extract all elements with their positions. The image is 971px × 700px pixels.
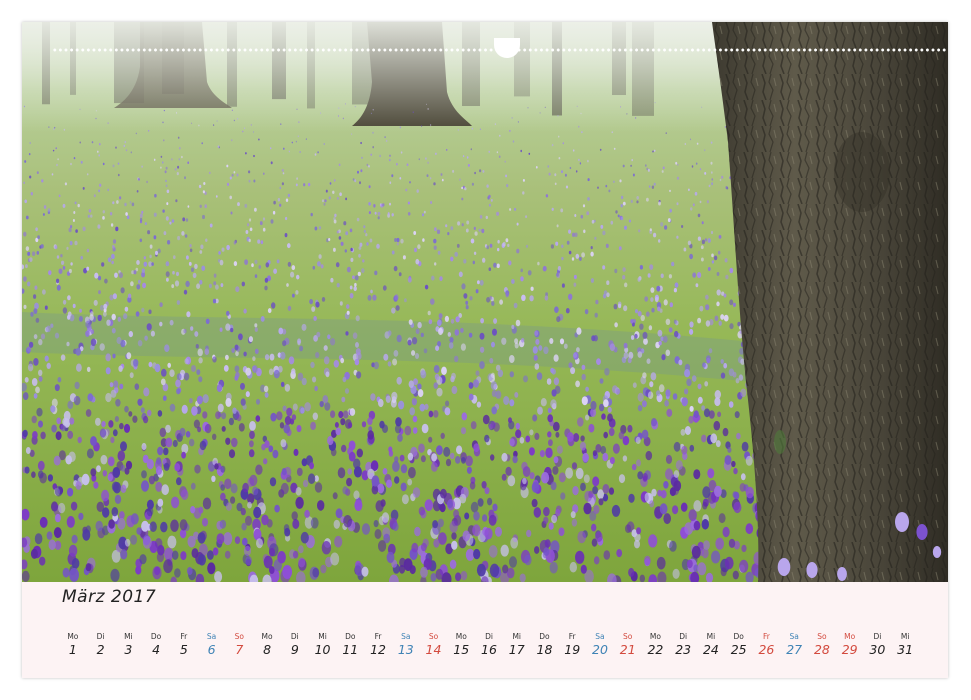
- day-number: 29: [841, 642, 858, 657]
- day-number: 24: [702, 642, 719, 657]
- calendar-day: Di 2: [87, 632, 115, 666]
- weekday-label: So: [623, 632, 633, 641]
- calendar-day: Di 30: [864, 632, 892, 666]
- weekday-label: Di: [485, 632, 493, 641]
- day-number: 27: [786, 642, 803, 657]
- calendar-day: Mo 15: [447, 632, 475, 666]
- day-number: 16: [481, 642, 497, 657]
- day-number: 9: [290, 642, 299, 657]
- calendar-day: Di 23: [669, 632, 697, 666]
- weekday-label: Mo: [261, 632, 273, 641]
- weekday-label: Mo: [455, 632, 467, 641]
- calendar-day: So 28: [808, 632, 836, 666]
- day-number: 1: [68, 642, 77, 657]
- weekday-label: Mo: [844, 632, 856, 641]
- day-number: 22: [647, 642, 664, 657]
- day-number: 3: [124, 642, 133, 657]
- calendar-day: So 7: [225, 632, 253, 666]
- calendar-day: Mo 29: [836, 632, 864, 666]
- calendar-day: Mi 24: [697, 632, 725, 666]
- day-number: 13: [397, 642, 414, 657]
- weekday-label: Mi: [900, 632, 910, 641]
- calendar-day: Fr 19: [558, 632, 586, 666]
- weekday-label: Fr: [374, 632, 382, 641]
- calendar-day: Do 11: [336, 632, 364, 666]
- weekday-label: Mi: [124, 632, 133, 641]
- day-number: 5: [179, 642, 188, 657]
- crocus-meadow-image: [22, 22, 948, 582]
- weekday-label: Fr: [762, 632, 770, 641]
- calendar-day: Mo 1: [59, 632, 87, 666]
- weekday-label: So: [234, 632, 244, 641]
- weekday-label: Mi: [318, 632, 327, 641]
- calendar-day: Mi 3: [114, 632, 142, 666]
- day-number: 31: [897, 642, 914, 657]
- day-number: 15: [453, 642, 470, 657]
- weekday-label: Sa: [789, 632, 799, 641]
- day-number: 20: [592, 642, 608, 657]
- weekday-label: Mo: [649, 632, 661, 641]
- calendar-day: Do 18: [531, 632, 559, 666]
- day-number: 4: [152, 642, 161, 657]
- day-number: 28: [813, 642, 830, 657]
- weekday-label: So: [817, 632, 827, 641]
- weekday-label: Di: [290, 632, 299, 641]
- calendar-day: Mi 31: [891, 632, 919, 666]
- day-grid: Mo 1 Di 2 Mi 3 Do 4 Fr 5 Sa 6 So 7 Mo 8 Di 9 Mi 10 Do 11 Fr 12 S…: [59, 632, 919, 666]
- calendar-day: Di 9: [281, 632, 309, 666]
- day-number: 30: [869, 642, 886, 657]
- day-number: 8: [263, 642, 272, 657]
- weekday-label: Sa: [206, 632, 217, 641]
- day-number: 14: [425, 642, 442, 657]
- day-number: 25: [730, 642, 747, 657]
- calendar-day: Do 4: [142, 632, 170, 666]
- day-number: 11: [342, 642, 359, 657]
- calendar-strip: März 2017 Mo 1 Di 2 Mi 3 Do 4 Fr 5 Sa 6 So 7 Mo 8 Di 9 Mi 1…: [22, 582, 948, 678]
- calendar-day: Mo 8: [253, 632, 281, 666]
- weekday-label: Do: [150, 632, 162, 641]
- weekday-label: Sa: [401, 632, 411, 641]
- weekday-label: So: [428, 632, 439, 641]
- day-number: 19: [564, 642, 581, 657]
- weekday-label: Do: [539, 632, 550, 641]
- calendar-day: Do 25: [725, 632, 753, 666]
- calendar-day: Di 16: [475, 632, 503, 666]
- crocus-meadow-photo: [22, 22, 948, 582]
- weekday-label: Fr: [568, 632, 576, 641]
- day-number: 23: [675, 642, 692, 657]
- calendar-day: Sa 27: [780, 632, 808, 666]
- weekday-label: Di: [679, 632, 688, 641]
- day-number: 12: [370, 642, 386, 657]
- calendar-day: So 21: [614, 632, 642, 666]
- day-number: 2: [96, 642, 105, 657]
- day-number: 18: [536, 642, 553, 657]
- calendar-day: Mi 17: [503, 632, 531, 666]
- day-number: 10: [314, 642, 331, 657]
- calendar-day: Fr 5: [170, 632, 198, 666]
- day-number: 21: [619, 642, 636, 657]
- day-number: 26: [758, 642, 775, 657]
- day-number: 17: [508, 642, 525, 657]
- calendar-day: Sa 13: [392, 632, 420, 666]
- weekday-label: Mo: [67, 632, 79, 641]
- calendar-day: Fr 26: [753, 632, 781, 666]
- calendar-day: Mo 22: [642, 632, 670, 666]
- weekday-label: Do: [733, 632, 744, 641]
- day-number: 6: [207, 642, 216, 657]
- weekday-label: Di: [873, 632, 882, 641]
- weekday-label: Do: [345, 632, 356, 641]
- weekday-label: Mi: [512, 632, 522, 641]
- weekday-label: Sa: [595, 632, 605, 641]
- weekday-label: Fr: [180, 632, 188, 641]
- day-number: 7: [235, 642, 244, 657]
- calendar-day: So 14: [420, 632, 448, 666]
- calendar-day: Sa 20: [586, 632, 614, 666]
- weekday-label: Mi: [706, 632, 716, 641]
- calendar-day: Fr 12: [364, 632, 392, 666]
- weekday-label: Di: [96, 632, 105, 641]
- calendar-day: Mi 10: [309, 632, 337, 666]
- calendar-day: Sa 6: [198, 632, 226, 666]
- month-title: März 2017: [62, 587, 157, 607]
